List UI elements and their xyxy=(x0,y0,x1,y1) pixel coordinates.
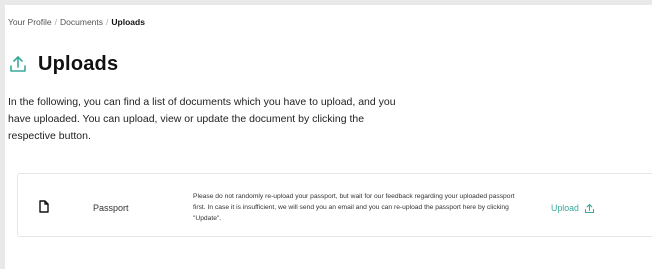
page-title: Uploads xyxy=(38,52,119,75)
upload-icon xyxy=(8,54,28,74)
uploads-page: Your Profile / Documents / Uploads Uploads I… xyxy=(5,5,652,269)
breadcrumb-current: Uploads xyxy=(111,17,145,27)
breadcrumb-separator: / xyxy=(54,17,58,27)
upload-button-label: Upload xyxy=(551,203,579,213)
breadcrumb: Your Profile / Documents / Uploads xyxy=(8,17,145,27)
upload-icon xyxy=(584,203,595,214)
document-name: Passport xyxy=(93,203,129,213)
page-header: Uploads xyxy=(8,52,118,76)
document-note: Please do not randomly re-upload your pa… xyxy=(193,193,515,222)
document-icon xyxy=(39,200,49,213)
document-row: Passport Please do not randomly re-uploa… xyxy=(17,173,652,237)
breadcrumb-item-documents[interactable]: Documents xyxy=(60,17,103,27)
breadcrumb-item-your-profile[interactable]: Your Profile xyxy=(8,17,52,27)
page-intro: In the following, you can find a list of… xyxy=(8,96,396,142)
breadcrumb-separator: / xyxy=(106,17,109,27)
upload-button[interactable]: Upload xyxy=(551,201,595,215)
